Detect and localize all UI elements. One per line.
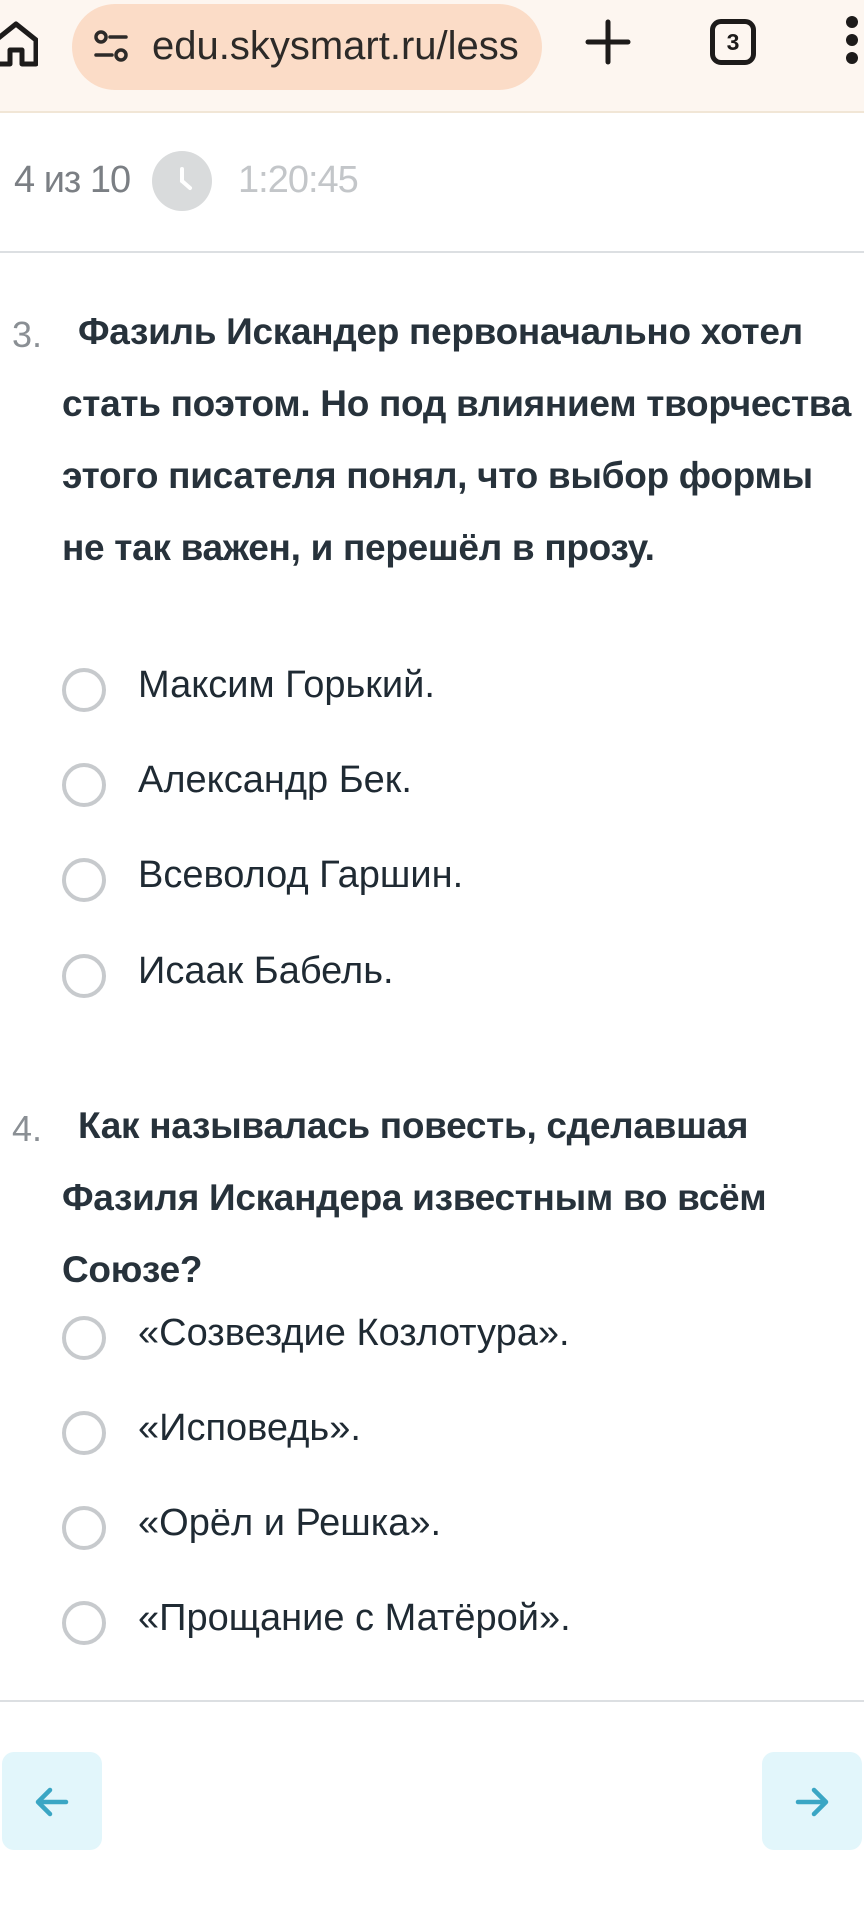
arrow-left-icon	[35, 1787, 69, 1817]
radio-button[interactable]	[62, 1506, 106, 1550]
option-label[interactable]: Максим Горький.	[138, 664, 435, 707]
question-number: 3.	[12, 314, 43, 355]
radio-button[interactable]	[62, 1316, 106, 1360]
radio-button[interactable]	[62, 668, 106, 712]
tab-count: 3	[726, 28, 740, 55]
radio-button[interactable]	[62, 1601, 106, 1645]
plus-icon[interactable]	[584, 18, 632, 66]
radio-button[interactable]	[62, 858, 106, 902]
option-label[interactable]: Исаак Бабель.	[138, 950, 394, 993]
tune-icon[interactable]	[92, 29, 130, 63]
answer-option[interactable]: «Орёл и Решка».	[62, 1500, 842, 1560]
divider	[0, 1700, 864, 1702]
option-label[interactable]: Александр Бек.	[138, 759, 412, 802]
option-label[interactable]: «Созвездие Козлотура».	[138, 1312, 570, 1355]
option-label[interactable]: «Орёл и Решка».	[138, 1502, 441, 1545]
address-bar[interactable]: edu.skysmart.ru/less	[72, 4, 542, 90]
prev-button[interactable]	[2, 1752, 102, 1850]
tabs-icon[interactable]: 3	[710, 19, 756, 65]
answer-option[interactable]: Максим Горький.	[62, 662, 842, 722]
clock-icon	[152, 151, 212, 211]
question-counter: 4 из 10	[14, 159, 131, 201]
arrow-right-icon	[795, 1787, 829, 1817]
answer-option[interactable]: Александр Бек.	[62, 757, 842, 817]
option-label[interactable]: «Прощание с Матёрой».	[138, 1597, 571, 1640]
timer: 1:20:45	[238, 159, 359, 201]
url-text[interactable]: edu.skysmart.ru/less	[152, 24, 519, 69]
home-icon[interactable]	[0, 18, 39, 70]
question-text: Фазиль Искандер первоначально хотел стат…	[62, 311, 852, 568]
option-label[interactable]: Всеволод Гаршин.	[138, 854, 463, 897]
radio-button[interactable]	[62, 954, 106, 998]
more-vert-icon[interactable]	[842, 16, 862, 72]
browser-toolbar: edu.skysmart.ru/less 3	[0, 0, 864, 113]
answer-option[interactable]: Исаак Бабель.	[62, 948, 842, 1008]
answer-option[interactable]: Всеволод Гаршин.	[62, 852, 842, 912]
progress-header: 4 из 10 1:20:45	[0, 113, 864, 251]
radio-button[interactable]	[62, 763, 106, 807]
radio-button[interactable]	[62, 1411, 106, 1455]
option-label[interactable]: «Исповедь».	[138, 1407, 361, 1450]
answer-option[interactable]: «Созвездие Козлотура».	[62, 1310, 842, 1370]
answer-option[interactable]: «Прощание с Матёрой».	[62, 1595, 842, 1655]
divider	[0, 251, 864, 253]
answer-option[interactable]: «Исповедь».	[62, 1405, 842, 1465]
question-text: Как называлась повесть, сделавшая Фазиля…	[62, 1105, 767, 1290]
next-button[interactable]	[762, 1752, 862, 1850]
question-number: 4.	[12, 1108, 43, 1149]
